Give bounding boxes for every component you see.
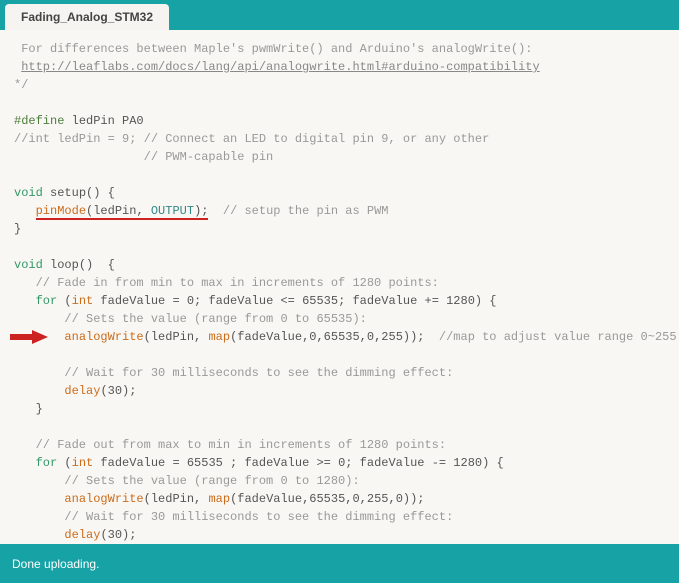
comment-line: // setup the pin as PWM	[208, 204, 388, 218]
doc-url-link[interactable]: http://leaflabs.com/docs/lang/api/analog…	[21, 60, 539, 74]
define-rest: ledPin PA0	[64, 114, 143, 128]
code-content: For differences between Maple's pwmWrite…	[14, 40, 665, 544]
text: (	[57, 294, 71, 308]
text: );	[194, 204, 208, 218]
func-map: map	[208, 330, 230, 344]
keyword-void: void	[14, 258, 43, 272]
text: (ledPin,	[144, 492, 209, 506]
code-editor[interactable]: For differences between Maple's pwmWrite…	[0, 30, 679, 544]
func-delay: delay	[64, 384, 100, 398]
paren-brace: () {	[79, 258, 115, 272]
func-setup: setup	[43, 186, 86, 200]
comment-line: // Fade in from min to max in increments…	[14, 276, 439, 290]
func-analogwrite: analogWrite	[64, 492, 143, 506]
func-map: map	[208, 492, 230, 506]
text: (fadeValue,0,65535,0,255));	[230, 330, 424, 344]
comment-close: */	[14, 78, 28, 92]
brace-close: }	[14, 222, 21, 236]
comment-line: // Sets the value (range from 0 to 1280)…	[14, 474, 360, 488]
arrow-annotation-icon	[10, 330, 48, 344]
text: (	[57, 456, 71, 470]
paren-brace: () {	[86, 186, 115, 200]
text: (ledPin,	[86, 204, 151, 218]
type-int: int	[72, 294, 94, 308]
tab-bar: Fading_Analog_STM32	[0, 0, 679, 30]
func-analogwrite: analogWrite	[64, 330, 143, 344]
comment-line: // Fade out from max to min in increment…	[14, 438, 446, 452]
text: (ledPin,	[144, 330, 209, 344]
define-keyword: #define	[14, 114, 64, 128]
const-output: OUTPUT	[151, 204, 194, 218]
for-out-expr: fadeValue = 65535 ; fadeValue >= 0; fade…	[93, 456, 503, 470]
comment-line: For differences between Maple's pwmWrite…	[14, 42, 532, 56]
brace-close: }	[14, 402, 43, 416]
text: (30);	[100, 384, 136, 398]
func-pinmode: pinMode	[36, 204, 86, 218]
keyword-void: void	[14, 186, 43, 200]
comment-line: // PWM-capable pin	[14, 150, 273, 164]
status-message: Done uploading.	[12, 557, 99, 571]
comment-line: // Wait for 30 milliseconds to see the d…	[14, 510, 453, 524]
comment-line: // Sets the value (range from 0 to 65535…	[14, 312, 367, 326]
type-int: int	[72, 456, 94, 470]
keyword-for: for	[36, 294, 58, 308]
text: (fadeValue,65535,0,255,0));	[230, 492, 424, 506]
for-in-expr: fadeValue = 0; fadeValue <= 65535; fadeV…	[93, 294, 496, 308]
func-loop: loop	[43, 258, 79, 272]
comment-line: //map to adjust value range 0~255	[425, 330, 677, 344]
comment-line: //int ledPin = 9; // Connect an LED to d…	[14, 132, 489, 146]
status-bar: Done uploading.	[0, 544, 679, 583]
func-delay: delay	[64, 528, 100, 542]
tab-fading-analog[interactable]: Fading_Analog_STM32	[5, 4, 169, 30]
comment-line: // Wait for 30 milliseconds to see the d…	[14, 366, 453, 380]
text: (30);	[100, 528, 136, 542]
keyword-for: for	[36, 456, 58, 470]
